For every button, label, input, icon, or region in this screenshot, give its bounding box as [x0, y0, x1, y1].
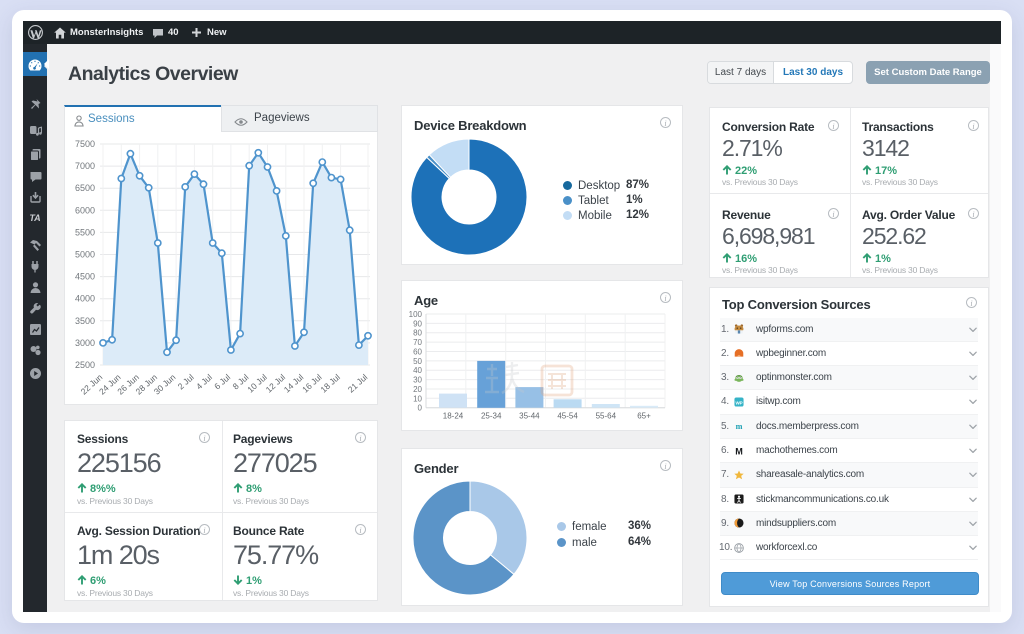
svg-text:m: m: [736, 422, 743, 431]
svg-text:30 Jun: 30 Jun: [152, 372, 178, 397]
svg-text:6500: 6500: [75, 183, 95, 193]
svg-text:60: 60: [413, 348, 422, 357]
svg-text:21 Jul: 21 Jul: [346, 372, 370, 395]
svg-text:4500: 4500: [75, 272, 95, 282]
svg-text:25-34: 25-34: [481, 412, 502, 421]
svg-text:65+: 65+: [637, 412, 651, 421]
svg-text:3500: 3500: [75, 316, 95, 326]
svg-text:5000: 5000: [75, 250, 95, 260]
svg-text:10: 10: [413, 394, 422, 403]
svg-text:2500: 2500: [75, 360, 95, 370]
svg-text:55-64: 55-64: [596, 412, 617, 421]
svg-text:2 Jul: 2 Jul: [176, 372, 196, 392]
svg-text:6000: 6000: [75, 205, 95, 215]
svg-text:18-24: 18-24: [443, 412, 464, 421]
svg-text:70: 70: [413, 338, 422, 347]
svg-text:16 Jul: 16 Jul: [300, 372, 324, 395]
svg-text:35-44: 35-44: [519, 412, 540, 421]
svg-text:M: M: [735, 446, 742, 456]
svg-text:50: 50: [413, 357, 422, 366]
svg-text:30: 30: [413, 376, 422, 385]
svg-text:6 Jul: 6 Jul: [212, 372, 232, 392]
svg-text:80: 80: [413, 329, 422, 338]
svg-text:4000: 4000: [75, 294, 95, 304]
svg-text:10 Jul: 10 Jul: [245, 372, 269, 395]
svg-text:7000: 7000: [75, 161, 95, 171]
svg-text:18 Jul: 18 Jul: [318, 372, 342, 395]
svg-text:0: 0: [418, 404, 423, 413]
svg-text:14 Jul: 14 Jul: [282, 372, 306, 395]
svg-text:3000: 3000: [75, 338, 95, 348]
svg-text:5500: 5500: [75, 227, 95, 237]
svg-text:45-54: 45-54: [557, 412, 578, 421]
svg-text:WP: WP: [736, 400, 743, 405]
svg-text:100: 100: [409, 310, 423, 319]
svg-text:12 Jul: 12 Jul: [264, 372, 288, 395]
svg-text:40: 40: [413, 366, 422, 375]
svg-text:90: 90: [413, 319, 422, 328]
svg-text:20: 20: [413, 385, 422, 394]
svg-text:4 Jul: 4 Jul: [194, 372, 214, 392]
svg-text:7500: 7500: [75, 139, 95, 149]
